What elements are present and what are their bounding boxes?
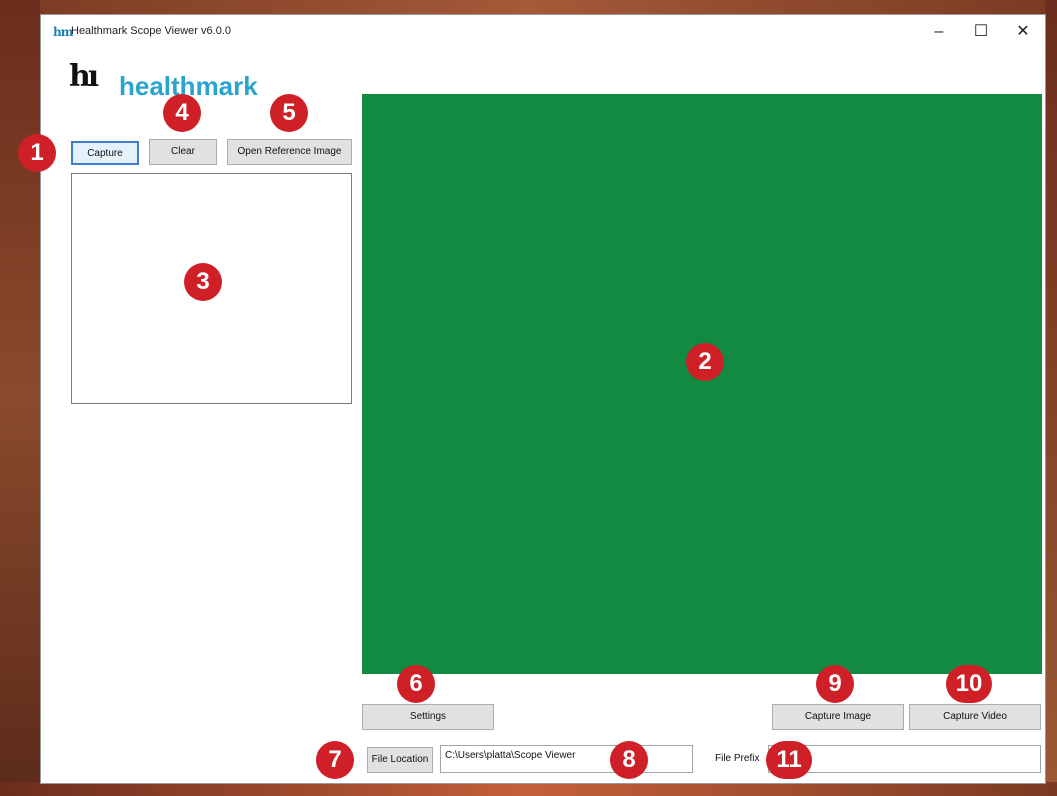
callout-6: 6 (397, 665, 435, 703)
file-prefix-label: File Prefix (715, 753, 760, 764)
file-location-button[interactable]: File Location (367, 747, 433, 773)
callout-2: 2 (686, 343, 724, 381)
callout-10: 10 (946, 665, 992, 703)
clear-button[interactable]: Clear (149, 139, 217, 165)
app-icon: hm (53, 25, 73, 39)
healthmark-logo-mark: hı (69, 59, 99, 94)
maximize-icon[interactable]: ☐ (959, 19, 1003, 45)
desktop-background-right (1045, 0, 1057, 796)
capture-video-button[interactable]: Capture Video (909, 704, 1041, 730)
callout-5: 5 (270, 94, 308, 132)
capture-button[interactable]: Capture (71, 141, 139, 165)
desktop-background-left (0, 0, 40, 796)
callout-8: 8 (610, 741, 648, 779)
settings-button[interactable]: Settings (362, 704, 494, 730)
desktop-background-top (0, 0, 1057, 14)
callout-3: 3 (184, 263, 222, 301)
title-bar[interactable]: hm Healthmark Scope Viewer v6.0.0 – ☐ ✕ (41, 15, 1045, 49)
capture-image-button[interactable]: Capture Image (772, 704, 904, 730)
callout-1: 1 (18, 134, 56, 172)
desktop-background-bottom (0, 782, 1057, 796)
close-icon[interactable]: ✕ (1001, 19, 1045, 45)
callout-9: 9 (816, 665, 854, 703)
callout-4: 4 (163, 94, 201, 132)
callout-11: 11 (766, 741, 812, 779)
open-reference-image-button[interactable]: Open Reference Image (227, 139, 352, 165)
file-location-field[interactable]: C:\Users\platta\Scope Viewer (440, 745, 693, 773)
window-title: Healthmark Scope Viewer v6.0.0 (71, 25, 231, 37)
live-video-display (362, 94, 1042, 674)
minimize-icon[interactable]: – (917, 19, 961, 45)
callout-7: 7 (316, 741, 354, 779)
